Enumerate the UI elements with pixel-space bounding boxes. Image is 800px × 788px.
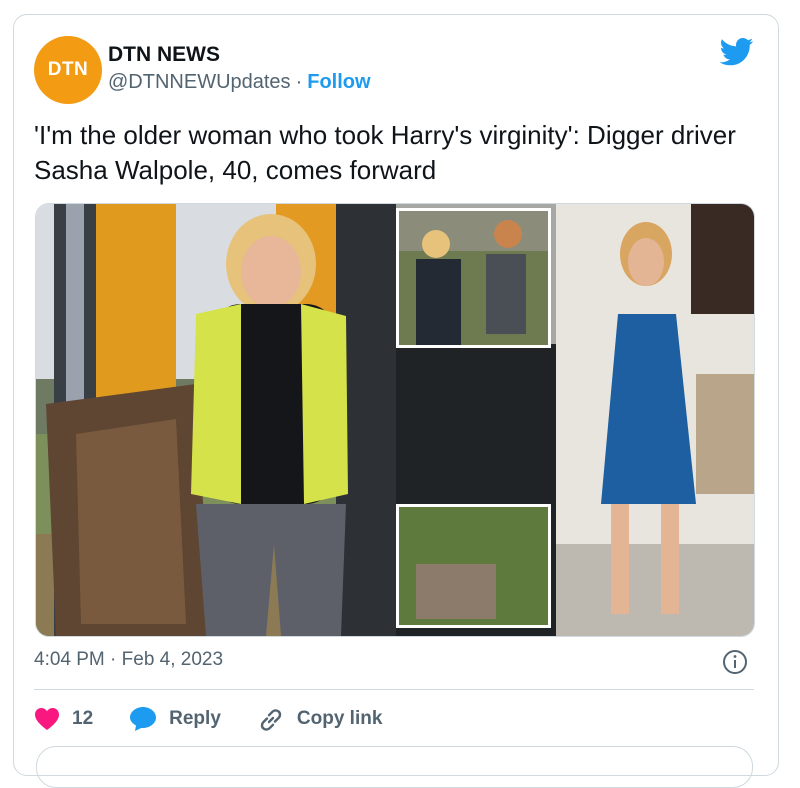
avatar[interactable]: DTN xyxy=(34,36,102,104)
copy-link-button[interactable]: Copy link xyxy=(257,706,383,732)
info-icon[interactable] xyxy=(722,649,748,675)
tweet-timestamp[interactable]: 4:04 PM · Feb 4, 2023 xyxy=(34,649,223,671)
reply-label: Reply xyxy=(169,708,221,729)
author-handle-row: @DTNNEWUpdates · Follow xyxy=(108,71,371,94)
handle-separator: · xyxy=(295,71,303,93)
copy-link-label: Copy link xyxy=(296,708,383,729)
author-display-name[interactable]: DTN NEWS xyxy=(108,43,220,67)
link-icon xyxy=(260,709,282,731)
twitter-bird-icon[interactable] xyxy=(720,38,754,66)
like-button[interactable]: 12 xyxy=(34,707,93,731)
author-handle[interactable]: @DTNNEWUpdates xyxy=(108,71,291,94)
avatar-logo-text: DTN xyxy=(47,59,89,80)
tweet-image[interactable] xyxy=(35,203,755,637)
action-bar: 12 Reply Copy link xyxy=(34,703,418,735)
like-count: 12 xyxy=(72,708,94,729)
read-replies-button[interactable] xyxy=(36,746,753,788)
reply-bubble-icon xyxy=(130,707,157,731)
follow-link[interactable]: Follow xyxy=(307,71,370,94)
tweet-text: 'I'm the older woman who took Harry's vi… xyxy=(34,120,736,185)
divider xyxy=(34,689,754,690)
reply-button[interactable]: Reply xyxy=(129,706,221,732)
news-photo-collage xyxy=(36,204,754,636)
heart-icon xyxy=(35,708,59,730)
